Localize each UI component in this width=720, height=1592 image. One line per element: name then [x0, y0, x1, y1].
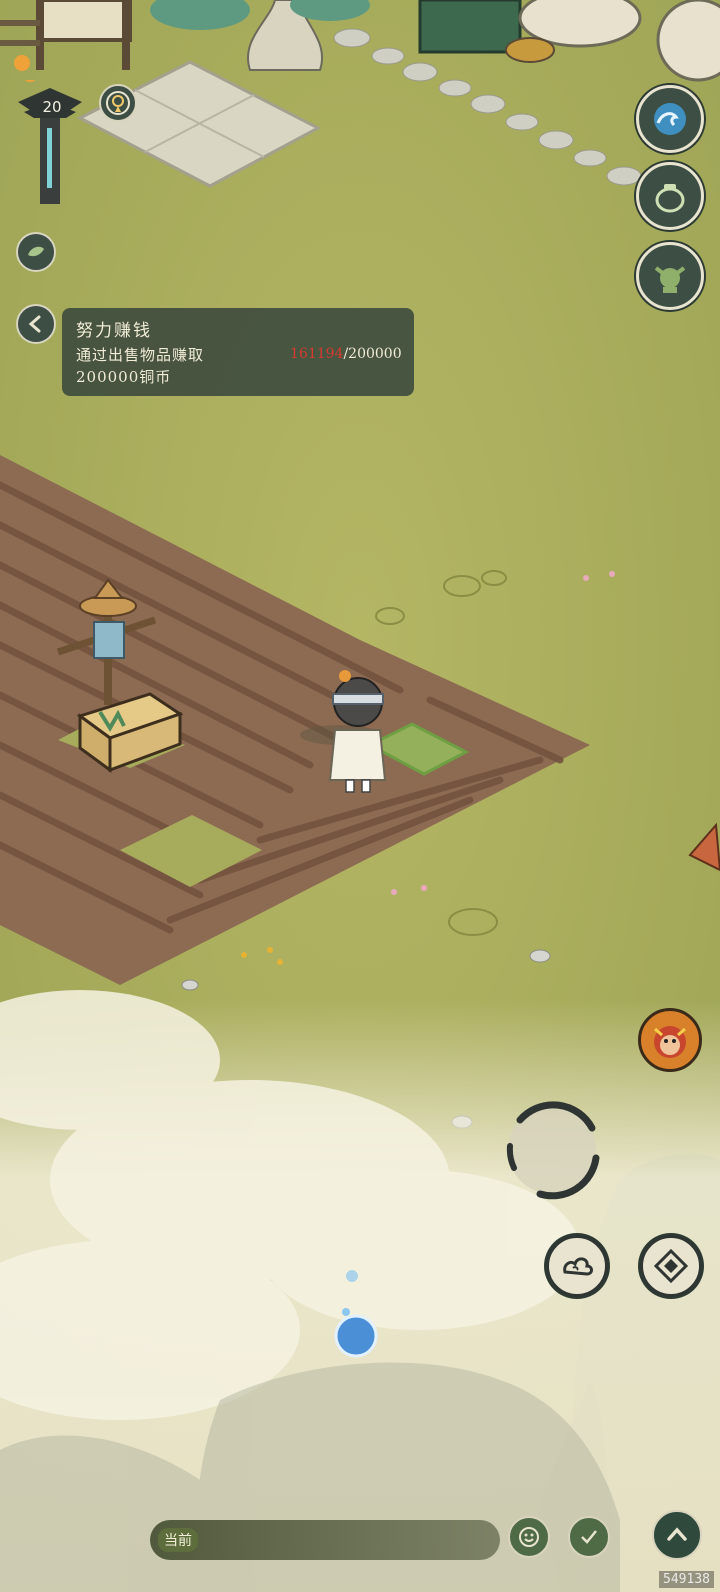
goblin-button[interactable] [636, 242, 704, 310]
skill-cloud-button[interactable] [546, 1235, 608, 1297]
quest-progress-total: /200000 [343, 346, 402, 362]
sun-dot [14, 55, 30, 71]
leaf-button[interactable] [16, 232, 56, 272]
wave-icon [654, 103, 686, 135]
compass-icon [106, 91, 130, 115]
expand-menu-button[interactable] [652, 1510, 702, 1560]
level-tower[interactable]: 20 [14, 66, 98, 204]
brush-check-icon [581, 1530, 597, 1544]
emoji-button[interactable] [508, 1516, 550, 1558]
game-world[interactable] [0, 0, 720, 1592]
chevron-up-icon [667, 1527, 687, 1541]
pot-button[interactable] [636, 162, 704, 230]
compass-button[interactable] [99, 84, 137, 122]
quest-reward-amount: 200000铜币 [76, 368, 172, 386]
quest-progress: 161194/200000 [290, 346, 402, 362]
edit-button[interactable] [568, 1516, 610, 1558]
emoji-icon [519, 1527, 539, 1547]
collapse-quest-button[interactable] [16, 304, 56, 344]
joystick-ring-icon [506, 1101, 600, 1200]
wave-button[interactable] [636, 85, 704, 153]
level-number: 20 [42, 98, 62, 116]
goblin-icon [654, 266, 686, 293]
skill-diamond-button[interactable] [640, 1235, 702, 1297]
joystick[interactable] [500, 1098, 604, 1202]
pot-icon [655, 184, 685, 213]
quest-description: 通过出售物品赚取 [76, 346, 205, 364]
cloud-swirl-icon [563, 1257, 593, 1276]
chat-bar[interactable]: 当前 [150, 1520, 500, 1560]
world-background [0, 0, 720, 1592]
companion-portrait[interactable] [638, 1008, 702, 1072]
chat-channel-label: 当前 [158, 1528, 198, 1552]
quest-title: 努力赚钱 [76, 321, 152, 341]
diamond-action-icon [653, 1248, 689, 1284]
quest-progress-current: 161194 [290, 346, 344, 362]
chevron-left-icon [28, 315, 41, 333]
quest-panel[interactable]: 努力赚钱 通过出售物品赚取 200000铜币 161194/200000 [62, 308, 414, 396]
player-uid: 549138 [659, 1571, 714, 1588]
leaf-icon [28, 246, 44, 257]
monkey-portrait-icon [654, 1026, 686, 1058]
